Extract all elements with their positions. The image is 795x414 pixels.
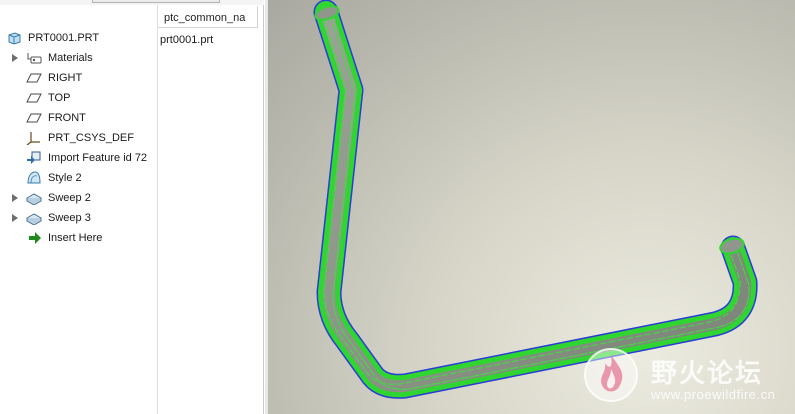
tree-item-label: FRONT (48, 112, 86, 124)
sweep-icon (25, 211, 43, 226)
watermark-url: www.proewildfire.cn (651, 387, 776, 402)
tree-item-csys[interactable]: PRT_CSYS_DEF (0, 128, 157, 148)
sweep-icon (25, 191, 43, 206)
style-surface-icon (26, 171, 42, 185)
coordinate-system-icon (26, 131, 42, 146)
tree-item-import-feature[interactable]: Import Feature id 72 (0, 148, 157, 168)
flame-logo-icon (584, 348, 638, 402)
tree-item-sweep-2[interactable]: Sweep 2 (0, 188, 157, 208)
import-feature-icon (26, 151, 42, 165)
tree-item-label: Insert Here (48, 232, 103, 244)
datum-plane-icon (26, 71, 42, 85)
tree-item-label: Sweep 3 (48, 212, 91, 224)
tree-item-label: Style 2 (48, 172, 82, 184)
tree-filter-handle[interactable] (92, 0, 220, 3)
datum-plane-icon (26, 91, 42, 105)
expand-arrow-icon[interactable] (12, 194, 18, 202)
column-header-resize-handle[interactable] (257, 6, 258, 28)
tree-item-materials[interactable]: Materials (0, 48, 157, 68)
tree-item-label: Materials (48, 52, 93, 64)
tree-item-label: PRT_CSYS_DEF (48, 132, 134, 144)
tree-item-root-part[interactable]: PRT0001.PRT (0, 28, 157, 48)
tree-item-style-2[interactable]: Style 2 (0, 168, 157, 188)
tree-toolbar-strip (0, 0, 264, 5)
watermark-title: 野火论坛 (651, 359, 764, 389)
model-tree-panel: ptc_common_na PRT0001.PRT prt0001.prt Ma… (0, 0, 264, 414)
expand-arrow-icon[interactable] (12, 54, 18, 62)
datum-plane-icon (26, 111, 42, 125)
expand-arrow-icon[interactable] (12, 214, 18, 222)
tree-item-insert-here[interactable]: Insert Here (0, 228, 157, 248)
forum-watermark: 野火论坛 www.proewildfire.cn (583, 345, 795, 414)
column-divider[interactable] (157, 5, 158, 414)
tree-item-label: Import Feature id 72 (48, 152, 148, 164)
tree-item-front-plane[interactable]: FRONT (0, 108, 157, 128)
tree-item-sweep-3[interactable]: Sweep 3 (0, 208, 157, 228)
part-icon (6, 31, 22, 45)
tree-item-top-plane[interactable]: TOP (0, 88, 157, 108)
materials-icon (26, 51, 42, 65)
tree-item-label: TOP (48, 92, 71, 104)
tree-item-right-plane[interactable]: RIGHT (0, 68, 157, 88)
column-header-ptc-common-name[interactable]: ptc_common_na (158, 6, 258, 28)
root-common-name-value: prt0001.prt (160, 34, 214, 46)
tree-item-label: Sweep 2 (48, 192, 91, 204)
insert-arrow-icon (28, 231, 44, 245)
tree-item-label: PRT0001.PRT (28, 32, 100, 44)
tree-item-label: RIGHT (48, 72, 83, 84)
